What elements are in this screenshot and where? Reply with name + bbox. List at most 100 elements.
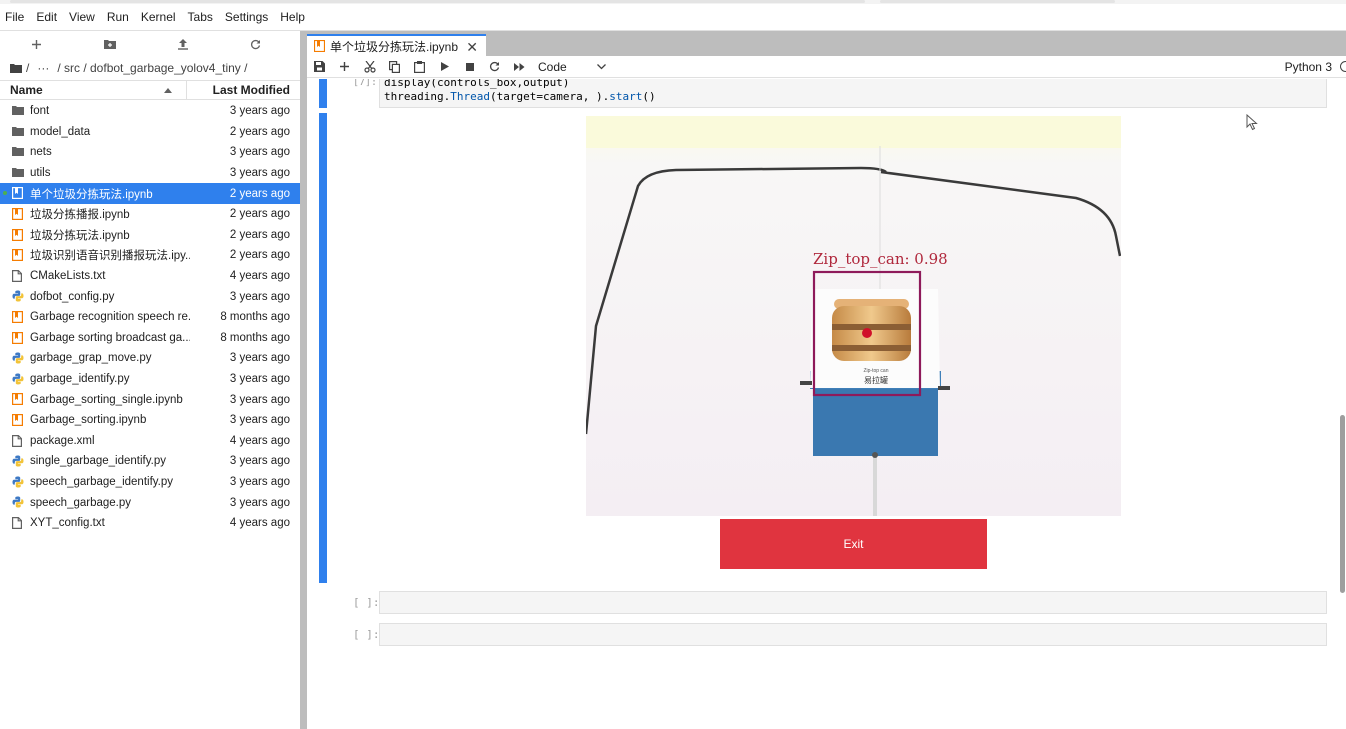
file-list-item[interactable]: Garbage_sorting.ipynb 3 years ago	[0, 410, 300, 431]
python-icon	[12, 373, 24, 385]
file-name: XYT_config.txt	[30, 517, 105, 530]
refresh-button[interactable]	[219, 31, 292, 57]
column-name-label: Name	[10, 83, 43, 97]
notebook-icon	[12, 187, 24, 200]
file-list-item[interactable]: XYT_config.txt 4 years ago	[0, 513, 300, 534]
paste-button[interactable]	[407, 56, 432, 78]
sidebar-resize-handle[interactable]	[300, 31, 307, 729]
fast-forward-icon	[514, 62, 525, 71]
folder-icon	[12, 167, 24, 179]
file-list-item[interactable]: Garbage sorting broadcast ga... 8 months …	[0, 328, 300, 349]
code-line: threading.Thread(target=camera, ).start(…	[384, 90, 1326, 104]
file-list-item[interactable]: garbage_grap_move.py 3 years ago	[0, 348, 300, 369]
file-icon	[12, 269, 24, 282]
scrollbar-thumb[interactable]	[1340, 415, 1345, 593]
column-modified-label: Last Modified	[212, 83, 290, 97]
tab-title: 单个垃圾分拣玩法.ipynb	[330, 39, 459, 54]
menu-view[interactable]: View	[69, 10, 95, 24]
cell-prompt: [ ]:	[353, 596, 380, 609]
menu-run[interactable]: Run	[107, 10, 129, 24]
save-button[interactable]	[307, 56, 332, 78]
notebook-icon	[12, 249, 24, 262]
file-name: garbage_grap_move.py	[30, 352, 152, 365]
file-list-item[interactable]: speech_garbage.py 3 years ago	[0, 492, 300, 513]
file-name: font	[30, 105, 50, 118]
cut-button[interactable]	[357, 56, 382, 78]
file-name: 垃圾分拣播报.ipynb	[30, 209, 130, 222]
file-list-item[interactable]: 单个垃圾分拣玩法.ipynb 2 years ago	[0, 183, 300, 204]
tab-notebook[interactable]: 单个垃圾分拣玩法.ipynb ✕	[307, 34, 486, 56]
plus-icon	[32, 39, 41, 49]
file-name: single_garbage_identify.py	[30, 455, 166, 468]
menu-file[interactable]: File	[5, 10, 24, 24]
notebook-scrollbar[interactable]	[1339, 78, 1346, 729]
upload-button[interactable]	[146, 31, 219, 57]
menu-settings[interactable]: Settings	[225, 10, 268, 24]
file-name: CMakeLists.txt	[30, 270, 106, 283]
copy-icon	[389, 60, 400, 73]
new-launcher-button[interactable]	[0, 31, 73, 57]
cell-collapser[interactable]	[319, 79, 327, 108]
cell-type-select[interactable]: Code	[538, 60, 606, 74]
new-folder-button[interactable]	[73, 31, 146, 57]
refresh-icon	[250, 39, 261, 49]
copy-button[interactable]	[382, 56, 407, 78]
empty-code-cell[interactable]	[379, 591, 1327, 614]
exit-button[interactable]: Exit	[720, 519, 987, 569]
file-list-item[interactable]: 垃圾分拣播报.ipynb 2 years ago	[0, 204, 300, 225]
file-list-item[interactable]: Garbage recognition speech re... 8 months…	[0, 307, 300, 328]
menu-tabs[interactable]: Tabs	[188, 10, 213, 24]
chevron-down-icon	[596, 63, 606, 69]
empty-code-cell[interactable]	[379, 623, 1327, 646]
column-name-header[interactable]: Name	[0, 81, 187, 99]
file-list-item[interactable]: Garbage_sorting_single.ipynb 3 years ago	[0, 389, 300, 410]
code-editor[interactable]: display(controls_box,output) threading.T…	[379, 79, 1327, 108]
file-list-item[interactable]: package.xml 4 years ago	[0, 431, 300, 452]
file-modified: 8 months ago	[220, 331, 290, 344]
restart-run-all-button[interactable]	[507, 56, 532, 78]
file-modified: 3 years ago	[229, 105, 290, 118]
file-modified: 8 months ago	[220, 311, 290, 324]
restart-button[interactable]	[482, 56, 507, 78]
folder-icon[interactable]	[10, 63, 22, 73]
file-list-item[interactable]: nets 3 years ago	[0, 142, 300, 163]
file-list-item[interactable]: font 3 years ago	[0, 101, 300, 122]
kernel-name[interactable]: Python 3	[1285, 60, 1332, 74]
insert-cell-button[interactable]	[332, 56, 357, 78]
output-collapser[interactable]	[319, 113, 327, 583]
file-name: speech_garbage_identify.py	[30, 475, 174, 488]
file-list-item[interactable]: single_garbage_identify.py 3 years ago	[0, 451, 300, 472]
file-name: 垃圾识别语音识别播报玩法.ipy...	[30, 250, 190, 263]
close-icon[interactable]: ✕	[466, 39, 478, 56]
file-list-header: Name Last Modified	[0, 80, 300, 100]
file-list-item[interactable]: 垃圾识别语音识别播报玩法.ipy... 2 years ago	[0, 245, 300, 266]
file-list: font 3 years ago model_data 2 years ago nets…	[0, 101, 300, 533]
run-button[interactable]	[432, 56, 457, 78]
file-name: Garbage_sorting_single.ipynb	[30, 393, 183, 406]
folder-icon	[12, 126, 24, 138]
code-token: Thread	[450, 90, 490, 103]
menu-edit[interactable]: Edit	[36, 10, 57, 24]
box-caption: 易拉罐	[864, 375, 888, 385]
file-list-item[interactable]: CMakeLists.txt 4 years ago	[0, 266, 300, 287]
breadcrumb-path[interactable]: / src / dofbot_garbage_yolov4_tiny /	[57, 61, 247, 75]
camera-feed-image: Zip-top can 易拉罐 Zip_top_can: 0.98	[586, 116, 1121, 516]
breadcrumb-root[interactable]: /	[26, 61, 29, 75]
file-list-item[interactable]: utils 3 years ago	[0, 163, 300, 184]
file-list-item[interactable]: 垃圾分拣玩法.ipynb 2 years ago	[0, 225, 300, 246]
file-modified: 3 years ago	[229, 393, 290, 406]
notebook-icon	[12, 228, 24, 241]
file-list-item[interactable]: model_data 2 years ago	[0, 122, 300, 143]
interrupt-button[interactable]	[457, 56, 482, 78]
file-name: nets	[30, 146, 52, 159]
file-list-item[interactable]: dofbot_config.py 3 years ago	[0, 286, 300, 307]
code-token: (target=camera, ).	[489, 90, 610, 103]
file-list-item[interactable]: speech_garbage_identify.py 3 years ago	[0, 472, 300, 493]
menu-help[interactable]: Help	[280, 10, 305, 24]
breadcrumb-ellipsis[interactable]: ···	[37, 61, 49, 75]
menu-kernel[interactable]: Kernel	[141, 10, 176, 24]
stop-icon	[465, 62, 474, 71]
column-modified-header[interactable]: Last Modified	[187, 81, 300, 99]
file-name: 垃圾分拣玩法.ipynb	[30, 229, 130, 242]
file-list-item[interactable]: garbage_identify.py 3 years ago	[0, 369, 300, 390]
